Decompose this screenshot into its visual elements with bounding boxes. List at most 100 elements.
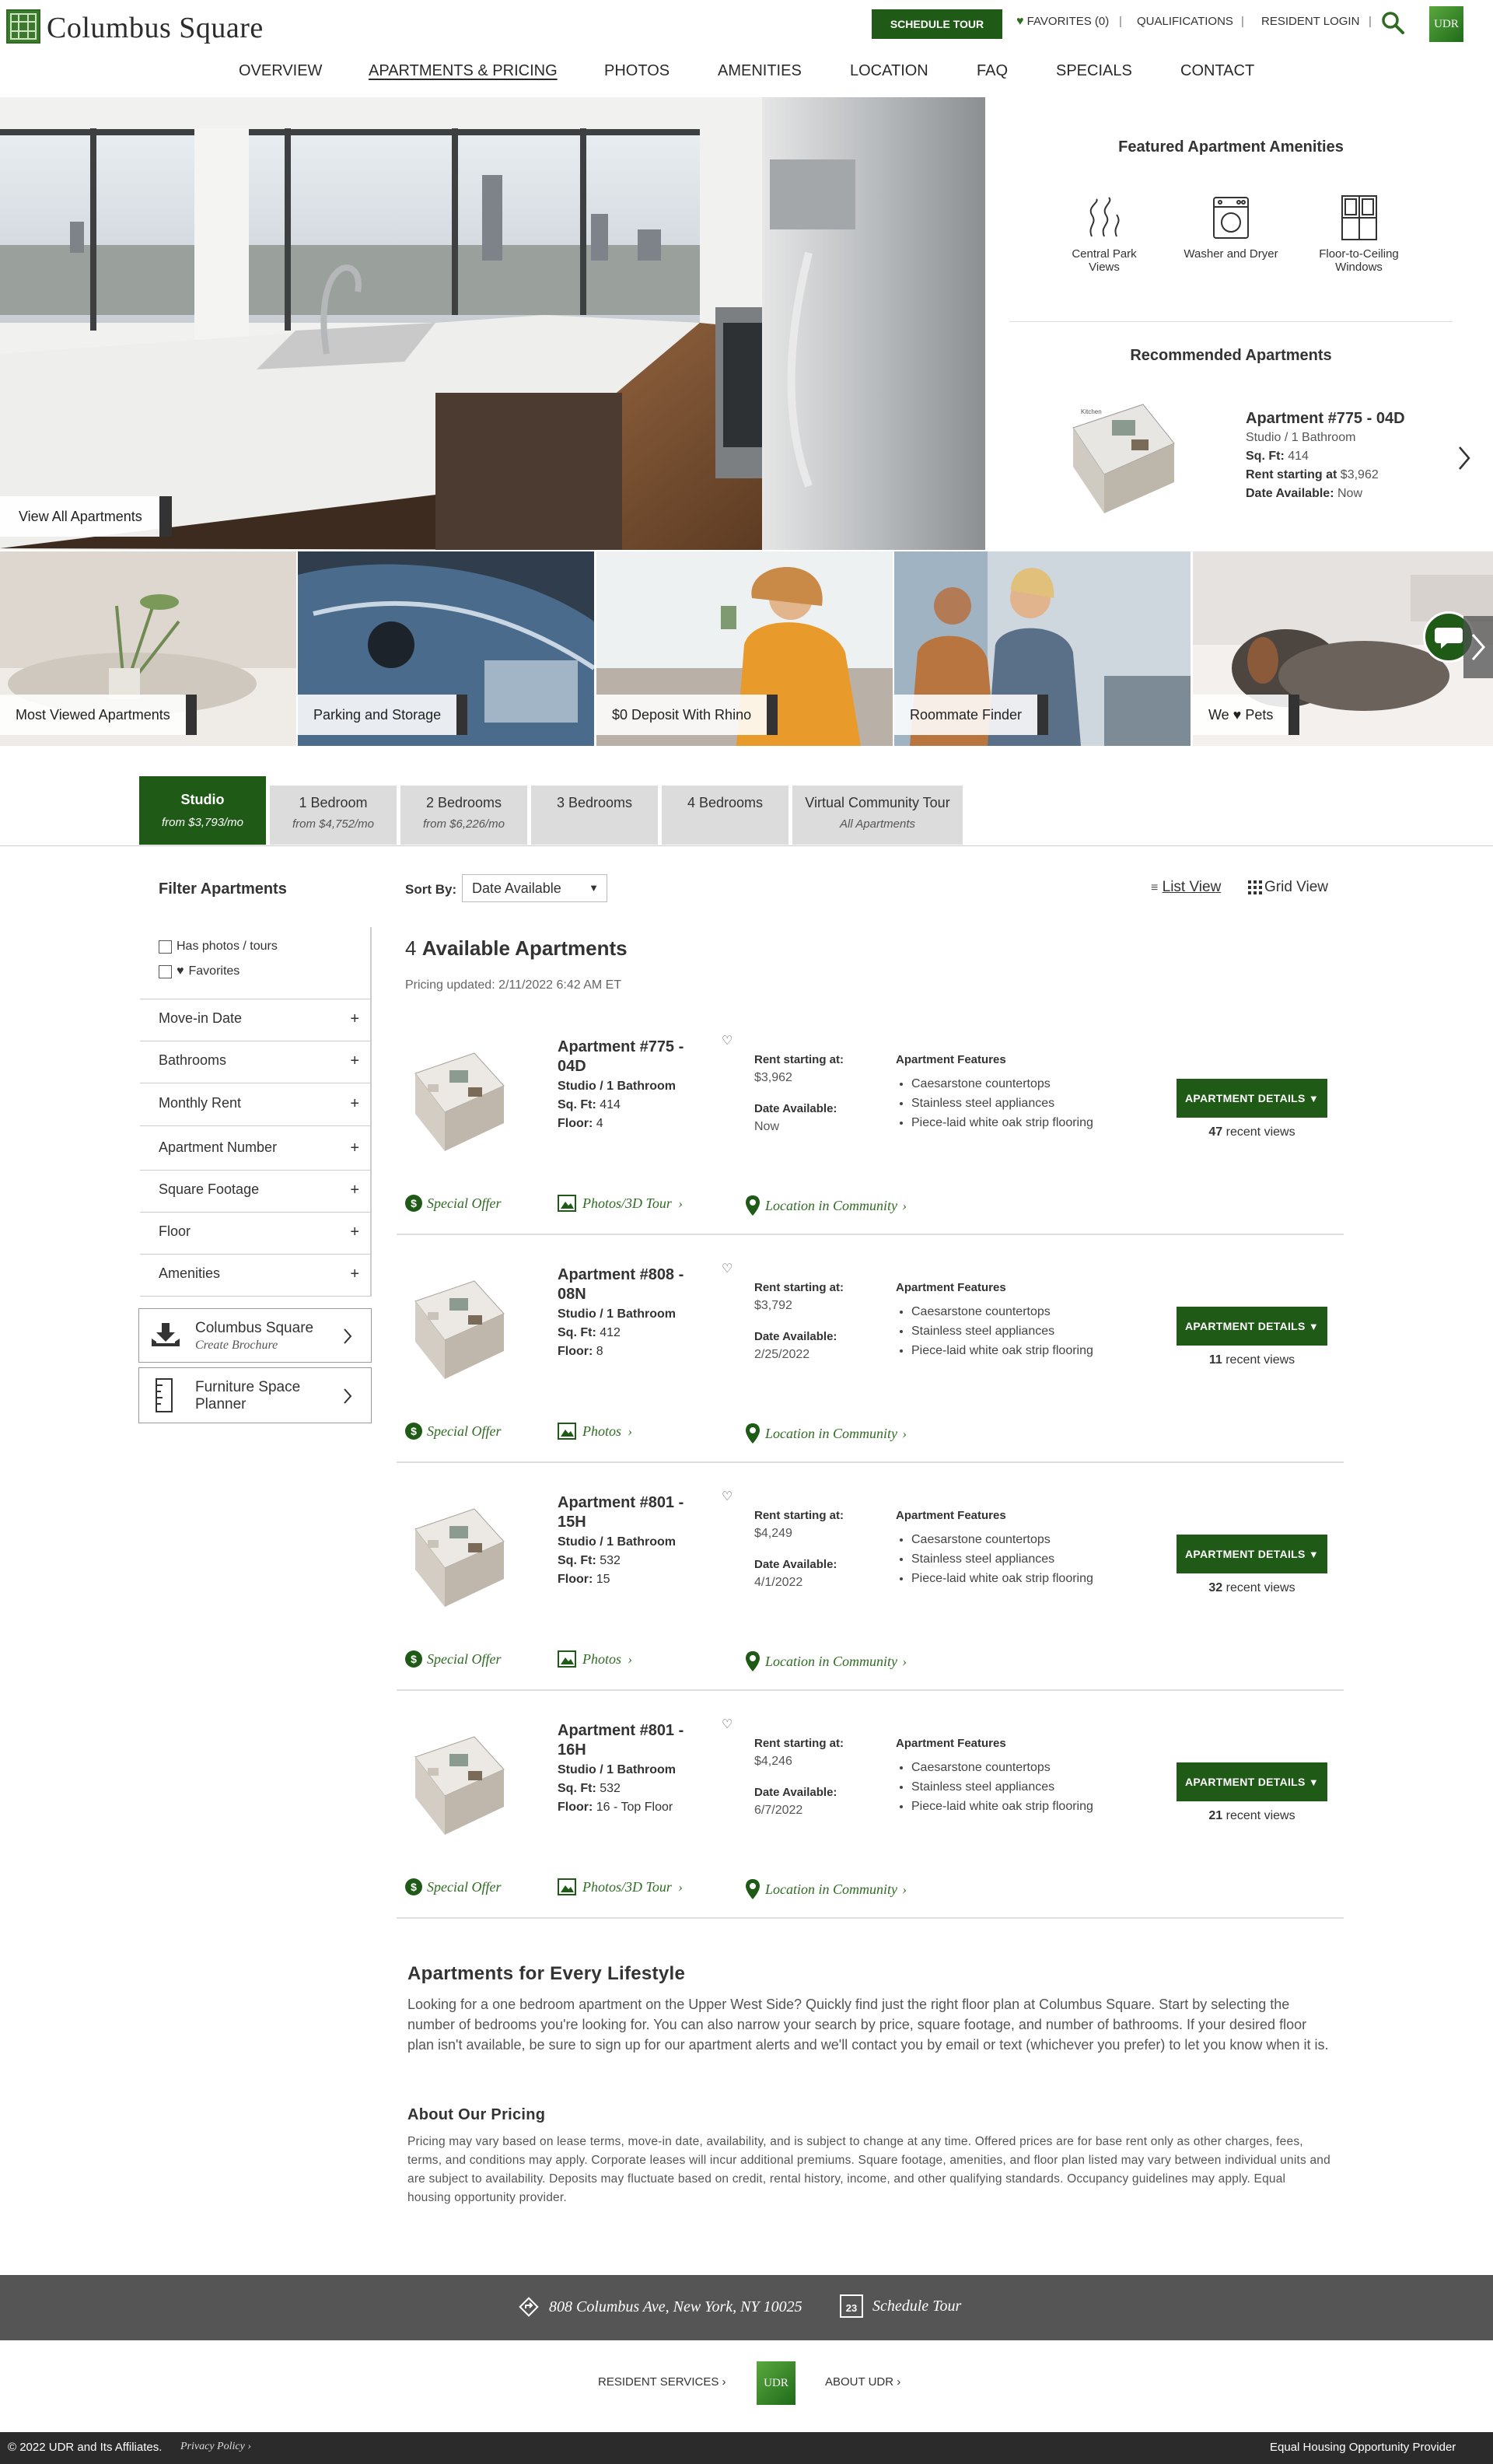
parking-storage-tile[interactable]: Parking and Storage [298, 551, 594, 746]
tab-3-bedrooms[interactable]: 3 Bedrooms [531, 786, 658, 845]
carousel-next-button[interactable] [1463, 616, 1493, 678]
nav-contact[interactable]: CONTACT [1180, 62, 1254, 80]
most-viewed-tile[interactable]: Most Viewed Apartments [0, 551, 296, 746]
location-link[interactable]: Location in Community › [745, 1878, 907, 1900]
tab-virtual-tour[interactable]: Virtual Community Tour All Apartments [792, 786, 963, 845]
apartment-details-button[interactable]: APARTMENT DETAILS ▼ 21 recent views [1177, 1762, 1327, 1823]
features-block: Apartment Features Caesarstone counterto… [896, 1281, 1129, 1360]
apartment-info: Apartment #775 -04D Studio / 1 Bathroom … [558, 1038, 713, 1131]
schedule-tour-button[interactable]: SCHEDULE TOUR [872, 9, 1002, 39]
featured-amenities-title: Featured Apartment Amenities [1118, 138, 1344, 156]
special-offer-link[interactable]: $ Special Offer [405, 1423, 501, 1440]
map-pin-icon [745, 1878, 760, 1900]
nav-amenities[interactable]: AMENITIES [718, 62, 802, 80]
special-offer-link[interactable]: $ Special Offer [405, 1195, 501, 1212]
apartment-details-button[interactable]: APARTMENT DETAILS ▼ 32 recent views [1177, 1535, 1327, 1595]
floorplan-image[interactable] [404, 1498, 513, 1615]
location-link[interactable]: Location in Community › [745, 1195, 907, 1216]
udr-logo[interactable]: UDR [1429, 6, 1463, 42]
resident-services-link[interactable]: RESIDENT SERVICES › [598, 2375, 726, 2389]
photos-link[interactable]: Photos/3D Tour › [558, 1878, 683, 1895]
apartment-details-button[interactable]: APARTMENT DETAILS ▼ 47 recent views [1177, 1079, 1327, 1139]
filter-title: Filter Apartments [159, 880, 287, 898]
footer-schedule-tour-link[interactable]: 23 Schedule Tour [840, 2294, 961, 2318]
tab-2-bedrooms[interactable]: 2 Bedrooms from $6,226/mo [400, 786, 527, 845]
about-udr-link[interactable]: ABOUT UDR › [825, 2375, 900, 2389]
view-all-apartments-button[interactable]: View All Apartments [0, 496, 172, 537]
apartment-name[interactable]: Apartment #801 -15H [558, 1493, 713, 1532]
favorite-heart-icon[interactable]: ♡ [722, 1717, 733, 1732]
location-link[interactable]: Location in Community › [745, 1423, 907, 1444]
favorites-checkbox[interactable]: ♥ Favorites [159, 964, 240, 978]
furniture-planner-button[interactable]: Furniture Space Planner [138, 1367, 372, 1423]
plus-icon: + [350, 1095, 359, 1112]
roommate-finder-tile[interactable]: Roommate Finder [894, 551, 1191, 746]
nav-photos[interactable]: PHOTOS [604, 62, 670, 80]
recommended-floorplan-image[interactable]: Kitchen [1058, 397, 1190, 521]
checkbox[interactable] [159, 964, 172, 978]
tab-1-bedroom[interactable]: 1 Bedroom from $4,752/mo [270, 786, 397, 845]
features-block: Apartment Features Caesarstone counterto… [896, 1737, 1129, 1816]
search-icon[interactable] [1381, 11, 1404, 34]
floorplan-image[interactable] [404, 1726, 513, 1843]
copyright: © 2022 UDR and Its Affiliates. [8, 2441, 163, 2454]
create-brochure-button[interactable]: Columbus Square Create Brochure [138, 1308, 372, 1363]
plus-icon: + [350, 1010, 359, 1027]
photos-link[interactable]: Photos › [558, 1650, 632, 1668]
filter-floor[interactable]: Floor + [140, 1213, 372, 1255]
filter-apartment-number[interactable]: Apartment Number + [140, 1129, 372, 1171]
apartment-info: Apartment #801 -15H Studio / 1 Bathroom … [558, 1493, 713, 1587]
list-view-toggle[interactable]: ≡ List View [1151, 879, 1221, 896]
rent-block: Rent starting at: $4,249 Date Available:… [754, 1509, 844, 1589]
favorite-heart-icon[interactable]: ♡ [722, 1489, 733, 1504]
floorplan-image[interactable] [404, 1042, 513, 1159]
special-offer-link[interactable]: $ Special Offer [405, 1878, 501, 1895]
plus-icon: + [350, 1181, 359, 1199]
map-pin-icon [745, 1195, 760, 1216]
recommended-apartment-name[interactable]: Apartment #775 - 04D [1246, 410, 1432, 428]
divider [0, 845, 1493, 846]
grid-view-toggle[interactable]: Grid View [1247, 879, 1328, 896]
privacy-policy-link[interactable]: Privacy Policy › [180, 2441, 251, 2453]
nav-apartments-pricing[interactable]: APARTMENTS & PRICING [369, 62, 558, 80]
nav-faq[interactable]: FAQ [977, 62, 1008, 80]
favorite-heart-icon[interactable]: ♡ [722, 1261, 733, 1276]
special-offer-link[interactable]: $ Special Offer [405, 1650, 501, 1668]
deposit-rhino-tile[interactable]: $0 Deposit With Rhino [596, 551, 893, 746]
tab-studio[interactable]: Studio from $3,793/mo [139, 776, 266, 845]
location-link[interactable]: Location in Community › [745, 1650, 907, 1672]
brand-name[interactable]: Columbus Square [47, 11, 264, 45]
apartment-name[interactable]: Apartment #808 -08N [558, 1265, 713, 1304]
sort-select[interactable]: Date Available ▼ [462, 874, 607, 902]
recommended-apartment-info[interactable]: Apartment #775 - 04D Studio / 1 Bathroom… [1246, 410, 1432, 501]
tab-4-bedrooms[interactable]: 4 Bedrooms [662, 786, 788, 845]
filter-amenities[interactable]: Amenities + [140, 1255, 372, 1297]
favorite-heart-icon[interactable]: ♡ [722, 1033, 733, 1048]
apartment-name[interactable]: Apartment #775 -04D [558, 1038, 713, 1076]
apartment-info: Apartment #801 -16H Studio / 1 Bathroom … [558, 1721, 713, 1815]
resident-login-link[interactable]: RESIDENT LOGIN [1261, 15, 1359, 28]
filter-monthly-rent[interactable]: Monthly Rent + [140, 1084, 372, 1126]
checkbox[interactable] [159, 940, 172, 954]
qualifications-link[interactable]: QUALIFICATIONS [1137, 15, 1233, 28]
nav-location[interactable]: LOCATION [850, 62, 928, 80]
address-link[interactable]: 808 Columbus Ave, New York, NY 10025 [518, 2296, 802, 2318]
apartment-name[interactable]: Apartment #801 -16H [558, 1721, 713, 1760]
filter-bathrooms[interactable]: Bathrooms + [140, 1041, 372, 1083]
udr-footer-logo[interactable]: UDR [757, 2361, 795, 2405]
filter-move-in-date[interactable]: Move-in Date + [140, 999, 372, 1041]
directions-icon [518, 2296, 540, 2318]
brand-logo-icon[interactable] [6, 9, 40, 44]
has-photos-checkbox[interactable]: Has photos / tours [159, 940, 278, 954]
filter-square-footage[interactable]: Square Footage + [140, 1171, 372, 1213]
nav-specials[interactable]: SPECIALS [1056, 62, 1132, 80]
apartment-details-button[interactable]: APARTMENT DETAILS ▼ 11 recent views [1177, 1307, 1327, 1367]
floorplan-image[interactable] [404, 1270, 513, 1387]
photos-link[interactable]: Photos/3D Tour › [558, 1195, 683, 1212]
favorites-link[interactable]: ♥ FAVORITES (0) [1016, 15, 1109, 29]
washer-icon [1208, 194, 1254, 241]
nav-overview[interactable]: OVERVIEW [239, 62, 322, 80]
photos-link[interactable]: Photos › [558, 1423, 632, 1440]
heart-icon: ♥ [177, 964, 184, 978]
chevron-right-icon[interactable] [1457, 445, 1471, 471]
